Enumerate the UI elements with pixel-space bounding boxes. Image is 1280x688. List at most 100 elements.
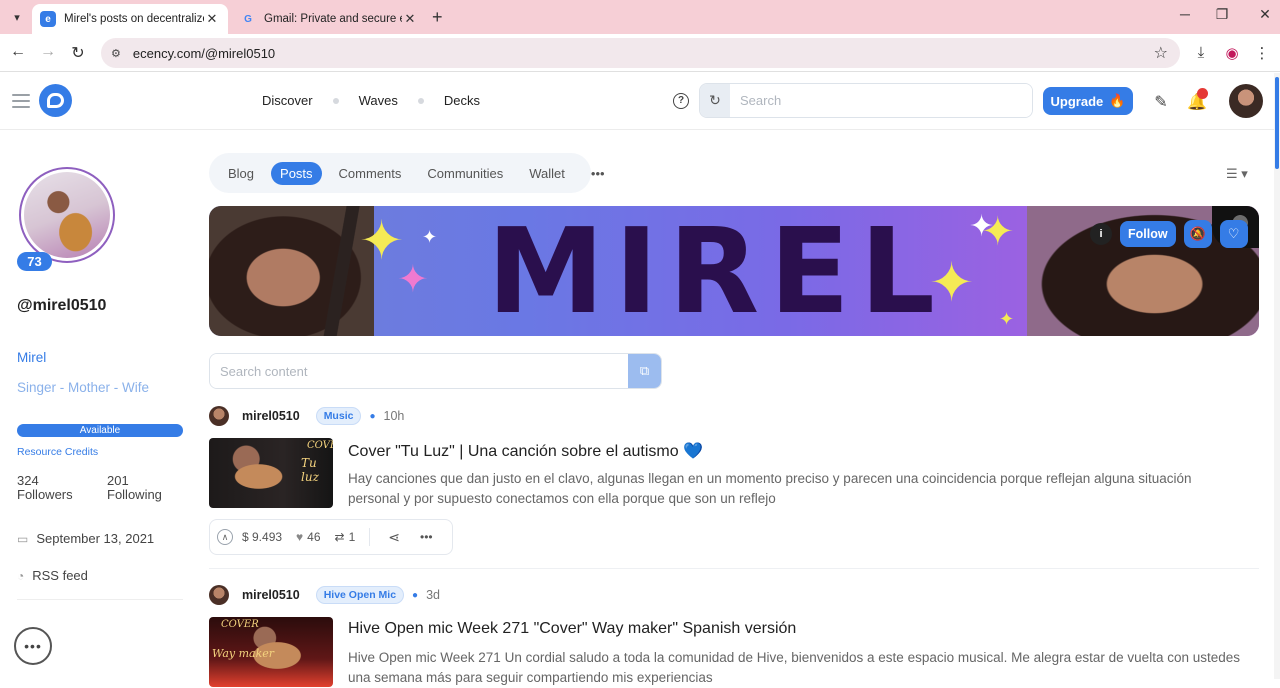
window-close-icon[interactable]: ✕ <box>1250 6 1280 23</box>
post-title[interactable]: Hive Open mic Week 271 "Cover" Way maker… <box>348 620 796 638</box>
user-avatar[interactable] <box>1229 84 1263 118</box>
favorite-heart-icon[interactable]: ♡ <box>1219 220 1248 248</box>
rss-feed-link[interactable]: ◔ RSS feed <box>17 568 88 583</box>
info-icon[interactable]: i <box>1090 223 1112 245</box>
address-bar[interactable]: ⚙ ecency.com/@mirel0510 ☆ <box>101 38 1180 68</box>
edit-icon[interactable]: ✎ <box>1151 92 1171 112</box>
followers-stat[interactable]: 324 Followers <box>17 474 73 502</box>
browser-tab-active[interactable]: e Mirel's posts on decentralized w ✕ <box>32 4 228 34</box>
thumbnail-text: COVER <box>307 440 333 451</box>
download-icon[interactable]: ⤓ <box>1190 44 1212 61</box>
back-icon[interactable]: ← <box>7 43 29 61</box>
heart-icon: ♥ <box>296 530 304 544</box>
post-excerpt[interactable]: Hive Open mic Week 271 Un cordial saludo… <box>348 648 1243 688</box>
thumbnail-text: Way maker <box>212 647 275 660</box>
more-options-icon[interactable]: ••• <box>420 530 433 544</box>
tab-posts[interactable]: Posts <box>271 161 322 185</box>
tab-comments[interactable]: Comments <box>330 162 411 185</box>
tab-search-icon[interactable]: ▾ <box>6 6 28 28</box>
site-header: Discover Waves Decks ? ↻ Upgrade 🔥 ✎ 🔔 <box>0 73 1280 130</box>
author-avatar[interactable] <box>209 585 229 605</box>
profile-display-name: Mirel <box>17 350 47 365</box>
sparkle-icon: ✦ <box>969 210 995 243</box>
nav-decks[interactable]: Decks <box>444 93 480 108</box>
menu-icon[interactable] <box>12 94 30 112</box>
profile-about: Singer - Mother - Wife <box>17 380 150 395</box>
share-icon[interactable]: ⋖ <box>388 529 400 546</box>
sparkle-icon: ✦ <box>929 253 975 313</box>
content-search-input[interactable] <box>210 354 628 388</box>
rss-text: RSS feed <box>32 568 88 583</box>
reblogs[interactable]: ⇄ 1 <box>335 530 356 544</box>
tab-blog[interactable]: Blog <box>219 162 263 185</box>
post-actions: ∧ $ 9.493 ♥ 46 ⇄ 1 ⋖ ••• <box>209 519 453 555</box>
community-tag[interactable]: Music <box>315 407 362 425</box>
close-tab-icon[interactable]: ✕ <box>402 11 418 27</box>
votes[interactable]: ♥ 46 <box>296 530 320 544</box>
profile-icon[interactable]: ◉ <box>1221 44 1243 62</box>
search-input[interactable] <box>730 84 1032 117</box>
flame-icon: 🔥 <box>1109 93 1126 108</box>
browser-tab-gmail[interactable]: G Gmail: Private and secure email ✕ <box>232 4 426 34</box>
tab-wallet[interactable]: Wallet <box>520 162 574 185</box>
follow-button[interactable]: Follow <box>1120 221 1176 247</box>
post-thumbnail[interactable]: COVER Way maker <box>209 617 333 687</box>
url-text: ecency.com/@mirel0510 <box>132 45 276 61</box>
profile-avatar[interactable] <box>19 167 115 263</box>
tab-title: Mirel's posts on decentralized w <box>64 13 204 25</box>
profile-actions: i Follow 🔕 ♡ <box>1090 220 1248 248</box>
rss-icon: ◔ <box>17 568 25 583</box>
new-tab-icon[interactable]: + <box>432 7 443 28</box>
upvote-icon[interactable]: ∧ <box>217 529 233 545</box>
nav-waves[interactable]: Waves <box>359 93 398 108</box>
followers-count: 324 <box>17 473 39 488</box>
author-avatar[interactable] <box>209 406 229 426</box>
post-thumbnail[interactable]: COVER Tu luz <box>209 438 333 508</box>
dot-separator: ● <box>412 589 419 601</box>
joined-text: September 13, 2021 <box>36 531 155 546</box>
reload-icon[interactable]: ↻ <box>67 43 89 63</box>
close-tab-icon[interactable]: ✕ <box>204 11 220 27</box>
browser-tab-strip: ▾ e Mirel's posts on decentralized w ✕ G… <box>0 0 1280 34</box>
ecency-logo[interactable] <box>39 84 72 117</box>
help-icon[interactable]: ? <box>673 93 689 109</box>
nav-discover[interactable]: Discover <box>262 93 313 108</box>
maximize-icon[interactable]: ❐ <box>1207 6 1237 23</box>
chat-icon[interactable]: ••• <box>14 627 52 665</box>
votes-count: 46 <box>307 530 321 544</box>
browser-toolbar: ← → ↻ ⚙ ecency.com/@mirel0510 ☆ ⤓ ◉ ⋮ <box>0 34 1280 72</box>
community-tag[interactable]: Hive Open Mic <box>315 586 405 604</box>
resource-credits-label[interactable]: Resource Credits <box>17 446 98 458</box>
list-view-toggle-icon[interactable]: ☰ ▾ <box>1226 166 1248 182</box>
post-author[interactable]: mirel0510 <box>242 409 300 423</box>
resource-credits-bar: Available <box>17 424 183 437</box>
mute-bell-icon[interactable]: 🔕 <box>1183 220 1212 248</box>
tab-communities[interactable]: Communities <box>418 162 512 185</box>
upgrade-button[interactable]: Upgrade 🔥 <box>1043 87 1133 115</box>
search-refresh-icon[interactable]: ↻ <box>700 84 730 117</box>
dot-separator: ● <box>369 410 376 422</box>
more-tabs-icon[interactable]: ••• <box>582 162 614 185</box>
joined-date: ▭ September 13, 2021 <box>17 531 154 546</box>
post-age: 3d <box>426 588 440 602</box>
site-info-icon[interactable]: ⚙ <box>111 47 121 60</box>
copy-icon[interactable]: ⧉ <box>628 354 661 388</box>
main-nav: Discover Waves Decks <box>262 93 480 108</box>
reblogs-count: 1 <box>348 530 356 544</box>
bookmark-star-icon[interactable]: ☆ <box>1154 43 1168 63</box>
post-meta: mirel0510 Hive Open Mic ● 3d <box>209 585 440 605</box>
post-title[interactable]: Cover "Tu Luz" | Una canción sobre el au… <box>348 441 703 461</box>
tab-title: Gmail: Private and secure email <box>264 13 402 25</box>
thumbnail-text: Tu luz <box>301 456 319 484</box>
post-excerpt[interactable]: Hay canciones que dan justo en el clavo,… <box>348 469 1243 509</box>
forward-icon[interactable]: → <box>37 43 59 61</box>
payout[interactable]: $ 9.493 <box>242 530 282 544</box>
followers-label: Followers <box>17 487 73 502</box>
following-stat[interactable]: 201 Following <box>107 474 162 502</box>
post-author[interactable]: mirel0510 <box>242 588 300 602</box>
chrome-menu-icon[interactable]: ⋮ <box>1251 44 1273 62</box>
nav-separator <box>417 97 424 104</box>
page-scrollbar[interactable] <box>1274 73 1280 679</box>
minimize-icon[interactable]: ─ <box>1170 6 1200 22</box>
following-label: Following <box>107 487 162 502</box>
